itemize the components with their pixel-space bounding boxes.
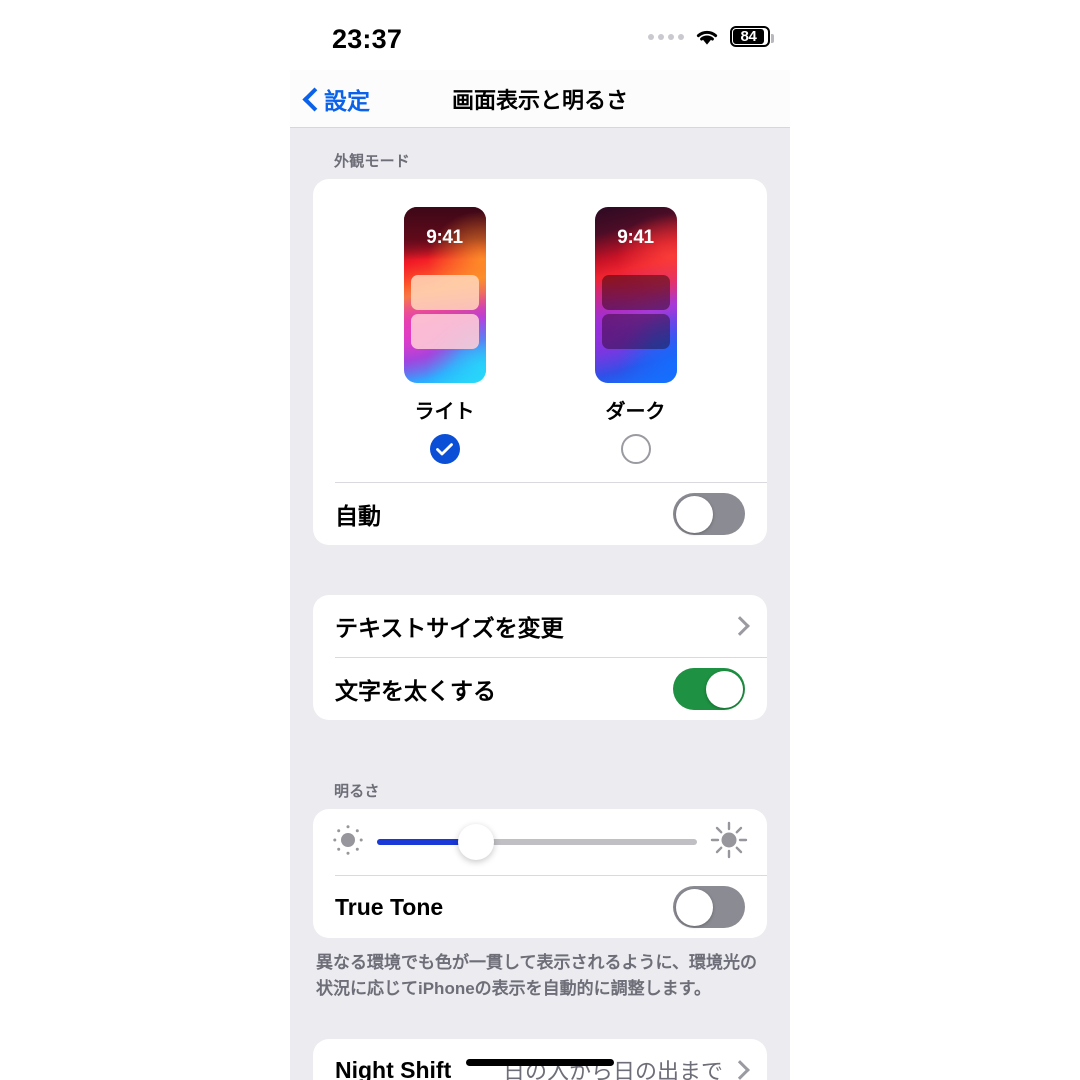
preview-notification-2 (410, 314, 479, 349)
dark-mode-preview: 9:41 (594, 207, 677, 383)
iphone-screen: 23:37 84 設定 画面表示と明るさ 外観モード 9:41 ライト 9:41… (290, 0, 790, 1080)
preview-notification-2 (601, 314, 670, 349)
appearance-dark-radio-unselected[interactable] (620, 434, 651, 464)
true-tone-row[interactable]: True Tone (313, 876, 767, 938)
appearance-preview-group: 9:41 ライト 9:41 ダーク (313, 179, 767, 482)
true-tone-toggle[interactable] (673, 886, 745, 928)
sun-large-icon (709, 820, 749, 865)
navigation-bar: 設定 画面表示と明るさ (290, 70, 790, 128)
preview-clock-dark: 9:41 (617, 227, 654, 248)
slider-thumb[interactable] (458, 824, 495, 860)
appearance-option-light[interactable]: 9:41 ライト (403, 207, 486, 464)
brightness-card: True Tone (313, 809, 767, 938)
brightness-section-header: 明るさ (334, 783, 380, 800)
appearance-option-dark-label: ダーク (605, 401, 666, 423)
page-title: 画面表示と明るさ (451, 88, 628, 113)
settings-content: 外観モード 9:41 ライト 9:41 ダーク 自動 テキストサイズを変更 文字… (290, 128, 790, 1080)
chevron-right-icon (733, 616, 745, 636)
preview-clock-light: 9:41 (426, 227, 463, 248)
night-shift-value: 日の入から日の出まで (502, 1059, 723, 1080)
battery-percent-label: 84 (740, 28, 757, 45)
auto-appearance-toggle[interactable] (673, 493, 745, 535)
brightness-slider[interactable] (377, 822, 697, 862)
status-bar-time: 23:37 (332, 24, 403, 54)
night-shift-label: Night Shift (335, 1056, 452, 1080)
bold-text-row[interactable]: 文字を太くする (313, 658, 767, 720)
appearance-light-radio-selected[interactable] (429, 434, 460, 464)
appearance-card: 9:41 ライト 9:41 ダーク 自動 (313, 179, 767, 545)
status-bar-indicators: 84 (648, 26, 774, 47)
text-size-row[interactable]: テキストサイズを変更 (313, 595, 767, 657)
status-bar: 23:37 84 (290, 0, 790, 70)
bold-text-label: 文字を太くする (335, 678, 496, 704)
preview-notification-1 (601, 275, 670, 310)
text-size-label: テキストサイズを変更 (335, 615, 564, 641)
text-settings-card: テキストサイズを変更 文字を太くする (313, 595, 767, 720)
appearance-option-dark[interactable]: 9:41 ダーク (594, 207, 677, 464)
sun-small-icon (331, 823, 365, 862)
wifi-icon (694, 27, 720, 46)
signal-dots-icon (648, 33, 684, 40)
battery-icon: 84 (730, 26, 774, 47)
auto-appearance-label: 自動 (335, 503, 381, 529)
brightness-slider-row (313, 809, 767, 875)
preview-notification-1 (410, 275, 479, 310)
light-mode-preview: 9:41 (403, 207, 486, 383)
auto-appearance-row[interactable]: 自動 (313, 483, 767, 545)
bold-text-toggle[interactable] (673, 668, 745, 710)
home-indicator (466, 1059, 614, 1066)
true-tone-label: True Tone (335, 893, 444, 920)
chevron-right-icon (733, 1060, 745, 1080)
true-tone-footer-text: 異なる環境でも色が一貫して表示されるように、環境光の状況に応じてiPhoneの表… (316, 953, 757, 998)
appearance-section-header: 外観モード (334, 153, 411, 170)
appearance-option-light-label: ライト (414, 401, 475, 423)
